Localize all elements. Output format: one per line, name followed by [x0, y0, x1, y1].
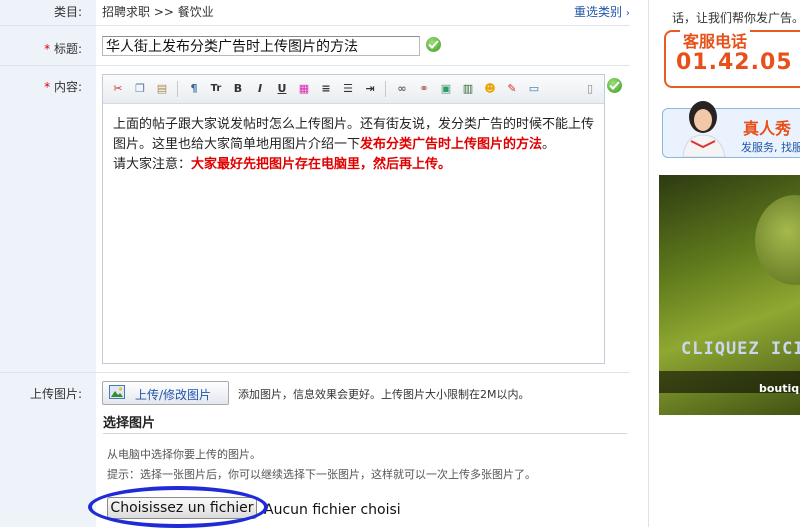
- font-size-icon[interactable]: Tr: [207, 80, 225, 98]
- copy-icon[interactable]: ❐: [131, 80, 149, 98]
- paste-icon[interactable]: ▤: [153, 80, 171, 98]
- upload-image-label: 上传/修改图片: [135, 388, 212, 402]
- category-label: 类目:: [53, 5, 82, 19]
- picture-icon: [109, 385, 125, 399]
- sidebar-divider: [648, 0, 649, 527]
- content-bold-text: 发布分类广告时上传图片的方法: [360, 137, 543, 152]
- hotline-box[interactable]: 客服电话 01.42.05: [664, 28, 800, 88]
- content-text: 请大家注意：: [113, 157, 192, 172]
- highlight-oval: [88, 486, 268, 528]
- banner-graphic: [755, 195, 800, 285]
- editor-toolbar: ✂ ❐ ▤ ¶ Tr B I U ▦ ≡ ☰ ⇥ ∞ ⚭ ▣ ▥ ☻ ✎ ▭ ▯: [103, 75, 604, 104]
- upload-image-button[interactable]: 上传/修改图片: [102, 381, 229, 405]
- reselect-category-link[interactable]: 重选类别 ›: [574, 3, 630, 20]
- upload-hint: 添加图片，信息效果会更好。上传图片大小限制在2M以内。: [238, 388, 530, 401]
- link-icon[interactable]: ∞: [393, 80, 411, 98]
- category-value: 招聘求职 >> 餐饮业: [102, 5, 214, 19]
- color-icon[interactable]: ▦: [295, 80, 313, 98]
- edit-icon[interactable]: ✎: [503, 80, 521, 98]
- choose-image-desc: 从电脑中选择你要上传的图片。: [107, 448, 261, 461]
- chevron-right-icon: ›: [625, 8, 630, 19]
- service-box[interactable]: 真人秀 发服务, 找服: [662, 101, 800, 158]
- underline-icon[interactable]: U: [273, 80, 291, 98]
- content-bold-text: 大家最好先把图片存在电脑里，然后再上传。: [191, 157, 452, 172]
- reselect-label: 重选类别: [574, 5, 623, 19]
- file-status: Aucun fichier choisi: [264, 502, 401, 518]
- title-input[interactable]: [102, 36, 420, 56]
- title-label: * 标题:: [44, 40, 82, 57]
- unlink-icon[interactable]: ⚭: [415, 80, 433, 98]
- italic-icon[interactable]: I: [251, 80, 269, 98]
- content-label: * 内容:: [44, 78, 82, 95]
- source-icon[interactable]: ▯: [581, 80, 599, 98]
- toolbar-separator: [177, 81, 178, 97]
- rich-text-editor[interactable]: ✂ ❐ ▤ ¶ Tr B I U ▦ ≡ ☰ ⇥ ∞ ⚭ ▣ ▥ ☻ ✎ ▭ ▯…: [102, 74, 605, 364]
- required-marker: *: [44, 80, 51, 94]
- service-subtitle: 发服务, 找服: [741, 141, 800, 154]
- banner-cta: CLIQUEZ ICI: [681, 339, 800, 359]
- valid-check-icon: [607, 78, 622, 93]
- valid-check-icon: [426, 37, 441, 52]
- hotline-number: 01.42.05: [676, 50, 793, 75]
- video-icon[interactable]: ▥: [459, 80, 477, 98]
- required-marker: *: [44, 42, 51, 56]
- format-icon[interactable]: ¶: [185, 80, 203, 98]
- indent-icon[interactable]: ⇥: [361, 80, 379, 98]
- list-icon[interactable]: ☰: [339, 80, 357, 98]
- service-title: 真人秀: [743, 119, 792, 138]
- sidebar-intro: 话，让我们帮你发广告。: [672, 11, 800, 25]
- cut-icon[interactable]: ✂: [109, 80, 127, 98]
- row-divider: [0, 65, 630, 66]
- row-divider: [0, 25, 630, 26]
- choose-image-tip: 提示：选择一张图片后，你可以继续选择下一张图片，这样就可以一次上传多张图片了。: [107, 468, 536, 481]
- editor-content[interactable]: 上面的帖子跟大家说发帖时怎么上传图片。还有街友说，发分类广告的时候不能上传图片。…: [113, 115, 599, 175]
- row-divider: [0, 372, 630, 373]
- content-text: 。: [542, 137, 556, 152]
- align-icon[interactable]: ≡: [317, 80, 335, 98]
- hotline-title: 客服电话: [680, 28, 751, 52]
- agent-avatar-icon: [682, 101, 726, 157]
- banner-subtext: boutique: [759, 382, 800, 395]
- upload-label: 上传图片:: [29, 387, 82, 401]
- title-label-text: 标题:: [53, 42, 82, 56]
- choose-image-title: 选择图片: [103, 416, 156, 431]
- content-label-text: 内容:: [53, 80, 82, 94]
- ad-banner[interactable]: CLIQUEZ ICI boutique: [659, 175, 800, 415]
- image-icon[interactable]: ▣: [437, 80, 455, 98]
- bold-icon[interactable]: B: [229, 80, 247, 98]
- emoticon-icon[interactable]: ☻: [481, 80, 499, 98]
- toolbar-separator: [385, 81, 386, 97]
- section-divider: [103, 433, 627, 434]
- save-icon[interactable]: ▭: [525, 80, 543, 98]
